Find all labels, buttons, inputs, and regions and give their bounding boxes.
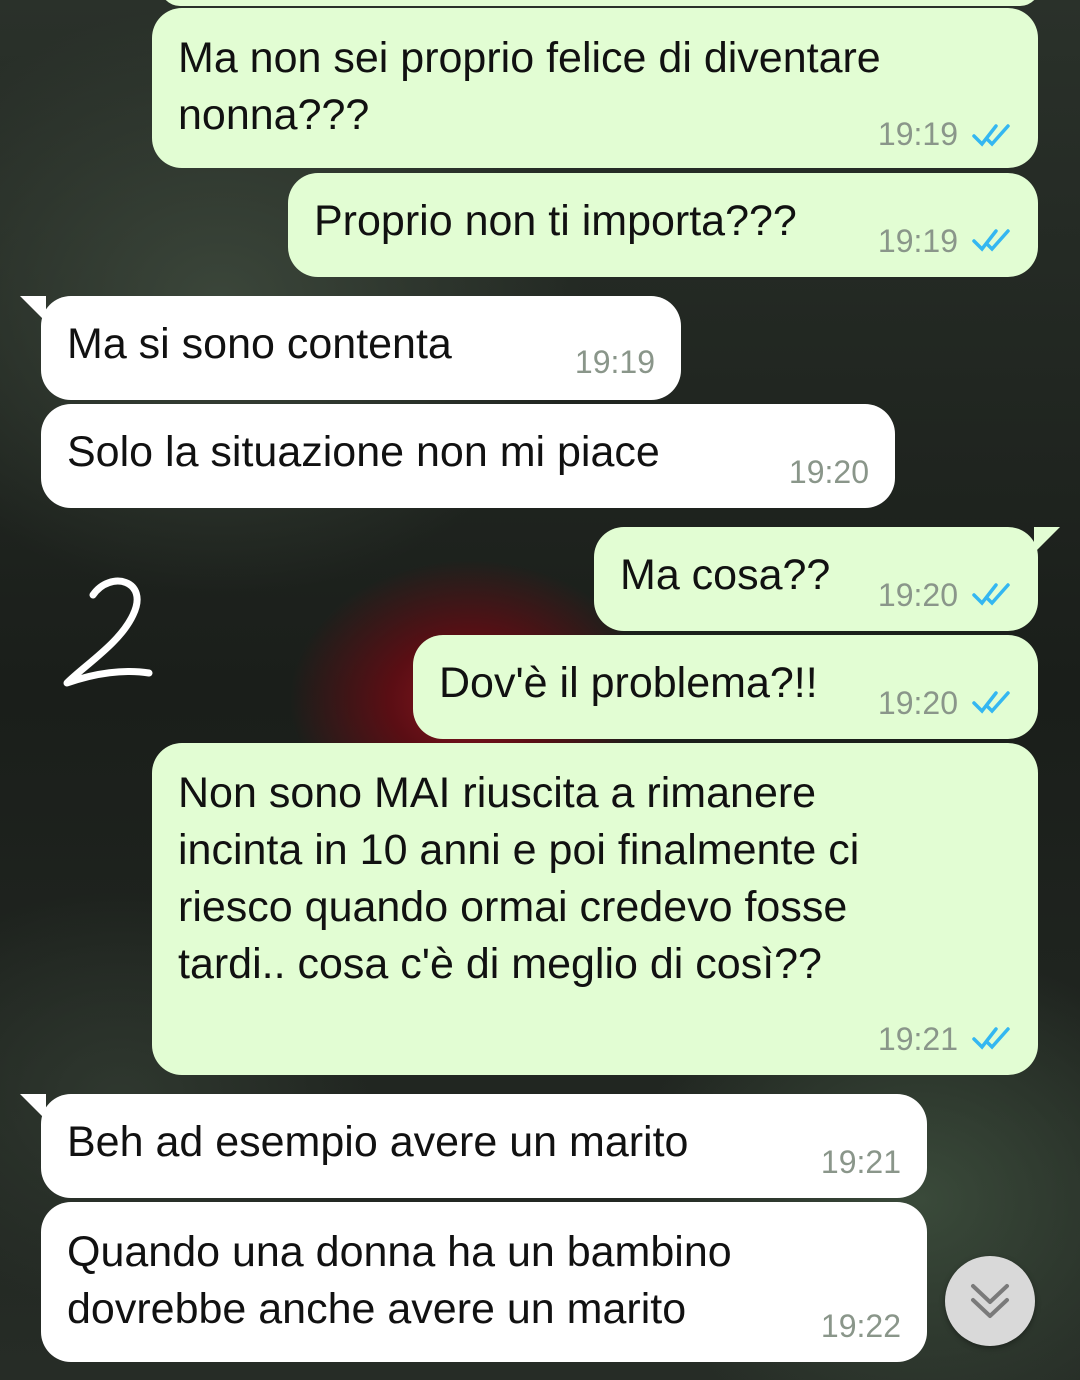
message-time: 19:21 bbox=[820, 1144, 901, 1180]
read-ticks-icon bbox=[972, 124, 1010, 147]
message-time: 19:20 bbox=[788, 454, 869, 490]
double-chevron-down-icon bbox=[971, 1284, 1009, 1318]
bubble-tail bbox=[1034, 527, 1060, 553]
message-outgoing[interactable]: Ma cosa?? 19:20 bbox=[594, 527, 1038, 631]
message-incoming[interactable]: Ma si sono contenta 19:19 bbox=[41, 296, 681, 400]
previous-message-edge bbox=[160, 0, 1040, 6]
message-time: 19:20 bbox=[877, 577, 958, 613]
message-time: 19:19 bbox=[574, 344, 655, 380]
message-text: Quando una donna ha un bambino dovrebbe … bbox=[67, 1228, 732, 1333]
message-text: Non sono MAI riuscita a rimanere incinta… bbox=[178, 769, 860, 988]
message-incoming[interactable]: Beh ad esempio avere un marito 19:21 bbox=[41, 1094, 927, 1198]
message-outgoing[interactable]: Ma non sei proprio felice di diventare n… bbox=[152, 8, 1038, 168]
message-text: Ma si sono contenta bbox=[67, 320, 452, 368]
message-outgoing[interactable]: Proprio non ti importa??? 19:19 bbox=[288, 173, 1038, 277]
message-incoming[interactable]: Quando una donna ha un bambino dovrebbe … bbox=[41, 1202, 927, 1362]
message-text: Ma non sei proprio felice di diventare n… bbox=[178, 34, 881, 139]
message-text: Dov'è il problema?!! bbox=[439, 659, 818, 707]
read-ticks-icon bbox=[972, 229, 1010, 252]
message-time: 19:21 bbox=[877, 1021, 958, 1057]
scroll-to-bottom-button[interactable] bbox=[945, 1256, 1035, 1346]
message-outgoing[interactable]: Dov'è il problema?!! 19:20 bbox=[413, 635, 1038, 739]
message-outgoing[interactable]: Non sono MAI riuscita a rimanere incinta… bbox=[152, 743, 1038, 1075]
read-ticks-icon bbox=[972, 691, 1010, 714]
message-text: Beh ad esempio avere un marito bbox=[67, 1118, 689, 1166]
message-time: 19:19 bbox=[877, 223, 958, 259]
message-text: Proprio non ti importa??? bbox=[314, 197, 797, 245]
message-time: 19:22 bbox=[820, 1308, 901, 1344]
message-text: Ma cosa?? bbox=[620, 551, 831, 599]
read-ticks-icon bbox=[972, 583, 1010, 606]
message-text: Solo la situazione non mi piace bbox=[67, 428, 660, 476]
handwritten-annotation bbox=[63, 577, 153, 687]
message-time: 19:20 bbox=[877, 685, 958, 721]
read-ticks-icon bbox=[972, 1027, 1010, 1050]
message-incoming[interactable]: Solo la situazione non mi piace 19:20 bbox=[41, 404, 895, 508]
message-time: 19:19 bbox=[877, 116, 958, 152]
